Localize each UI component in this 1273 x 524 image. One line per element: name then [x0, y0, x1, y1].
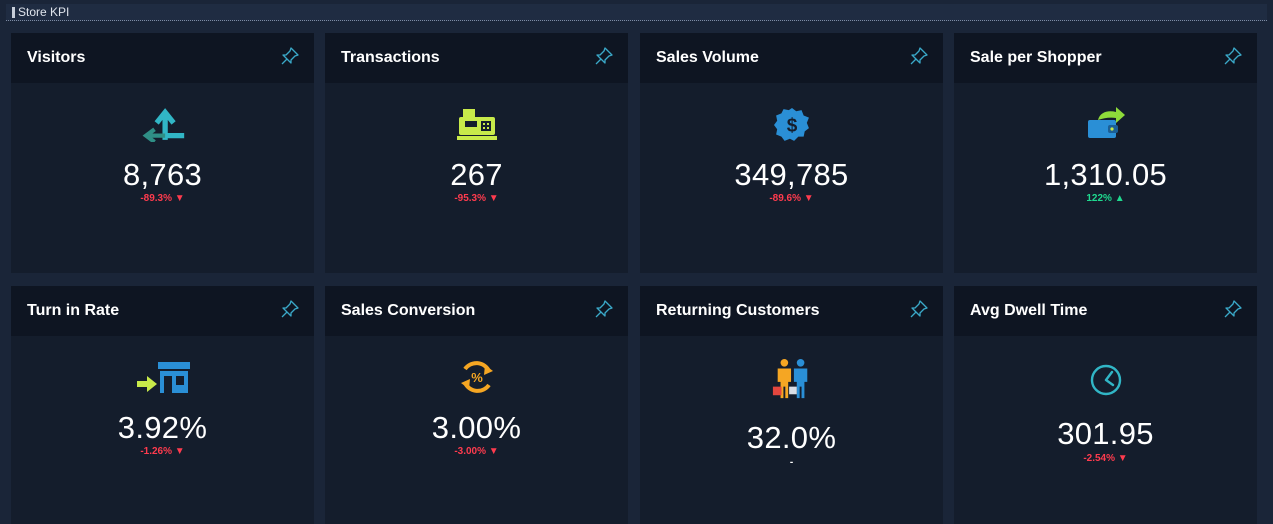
wallet-share-icon [1087, 107, 1125, 138]
kpi-change: -89.3% ▼ [11, 193, 314, 205]
pin-icon[interactable] [594, 46, 614, 66]
card-title: Sales Conversion [341, 302, 476, 319]
kpi-change: -1.26% ▼ [11, 446, 314, 458]
kpi-change-text: -1.26% [140, 446, 172, 457]
card-title: Sale per Shopper [970, 49, 1102, 66]
kpi-change: -2.54% ▼ [954, 453, 1257, 465]
trend-down-icon: ▼ [488, 446, 499, 457]
store-entry-icon [136, 362, 190, 393]
kpi-change-text: 122% [1086, 193, 1112, 204]
trend-down-icon: ▼ [803, 193, 814, 204]
kpi-change-text: -89.3% [140, 193, 172, 204]
kpi-card-visitors: Visitors 8,763 -89.3% ▼ [11, 33, 314, 273]
kpi-value: 8,763 [122, 157, 203, 192]
trend-up-icon: ▲ [1114, 193, 1125, 204]
trend-down-icon: ▼ [1117, 453, 1128, 464]
clock-icon [1090, 364, 1121, 396]
kpi-card-returning-customers: Returning Customers 32.0% - [640, 286, 943, 524]
card-header: Avg Dwell Time [954, 286, 1257, 336]
section-header: Store KPI [6, 4, 1267, 21]
pin-icon[interactable] [280, 299, 300, 319]
kpi-card-sales-conversion: Sales Conversion % 3.00% -3.00% ▼ [325, 286, 628, 524]
card-header: Transactions [325, 33, 628, 83]
kpi-value: 3.92% [117, 410, 208, 445]
kpi-change: -95.3% ▼ [325, 193, 628, 205]
kpi-card-avg-dwell-time: Avg Dwell Time 301.95 -2.54% ▼ [954, 286, 1257, 524]
percent-cycle-icon: % [460, 361, 493, 393]
card-header: Visitors [11, 33, 314, 83]
trend-down-icon: ▼ [174, 446, 185, 457]
card-title: Avg Dwell Time [970, 302, 1088, 319]
kpi-change: -89.6% ▼ [640, 193, 943, 205]
svg-text:$: $ [786, 115, 797, 136]
svg-text:%: % [471, 370, 483, 385]
kpi-value: 301.95 [1057, 416, 1154, 451]
kpi-card-sales-volume: Sales Volume $ 349,785 -89.6% ▼ [640, 33, 943, 273]
section-title: Store KPI [18, 5, 70, 19]
kpi-change: 122% ▲ [954, 193, 1257, 205]
card-header: Sales Volume [640, 33, 943, 83]
visitors-arrows-icon [142, 108, 184, 142]
card-title: Sales Volume [656, 49, 759, 66]
kpi-change-text: -3.00% [454, 446, 486, 457]
card-header: Turn in Rate [11, 286, 314, 336]
card-header: Sales Conversion [325, 286, 628, 336]
kpi-value: 349,785 [734, 157, 849, 192]
card-title: Transactions [341, 49, 440, 66]
kpi-change-text: - [789, 457, 794, 468]
card-title: Returning Customers [656, 302, 820, 319]
pin-icon[interactable] [280, 46, 300, 66]
pin-icon[interactable] [1223, 46, 1243, 66]
trend-down-icon: ▼ [488, 193, 499, 204]
pin-icon[interactable] [1223, 299, 1243, 319]
kpi-card-transactions: Transactions 267 -95.3% ▼ [325, 33, 628, 273]
kpi-change: - [640, 457, 943, 469]
card-title: Turn in Rate [27, 302, 120, 319]
card-header: Returning Customers [640, 286, 943, 336]
section-accent-bar [12, 7, 15, 18]
card-header: Sale per Shopper [954, 33, 1257, 83]
card-title: Visitors [27, 49, 86, 66]
pin-icon[interactable] [909, 46, 929, 66]
kpi-card-sale-per-shopper: Sale per Shopper 1,310.05 122% ▲ [954, 33, 1257, 273]
kpi-change-text: -2.54% [1083, 453, 1115, 464]
kpi-value: 32.0% [746, 420, 837, 455]
kpi-value: 267 [450, 157, 503, 192]
dollar-badge-icon: $ [773, 108, 809, 141]
pin-icon[interactable] [594, 299, 614, 319]
pin-icon[interactable] [909, 299, 929, 319]
cash-register-icon [456, 109, 497, 140]
shoppers-icon [772, 358, 807, 399]
trend-down-icon: ▼ [174, 193, 185, 204]
kpi-value: 3.00% [431, 410, 522, 445]
kpi-change-text: -95.3% [454, 193, 486, 204]
kpi-value: 1,310.05 [1043, 157, 1168, 192]
kpi-change: -3.00% ▼ [325, 446, 628, 458]
kpi-card-turn-in-rate: Turn in Rate 3.92% -1.26% ▼ [11, 286, 314, 524]
kpi-change-text: -89.6% [769, 193, 801, 204]
